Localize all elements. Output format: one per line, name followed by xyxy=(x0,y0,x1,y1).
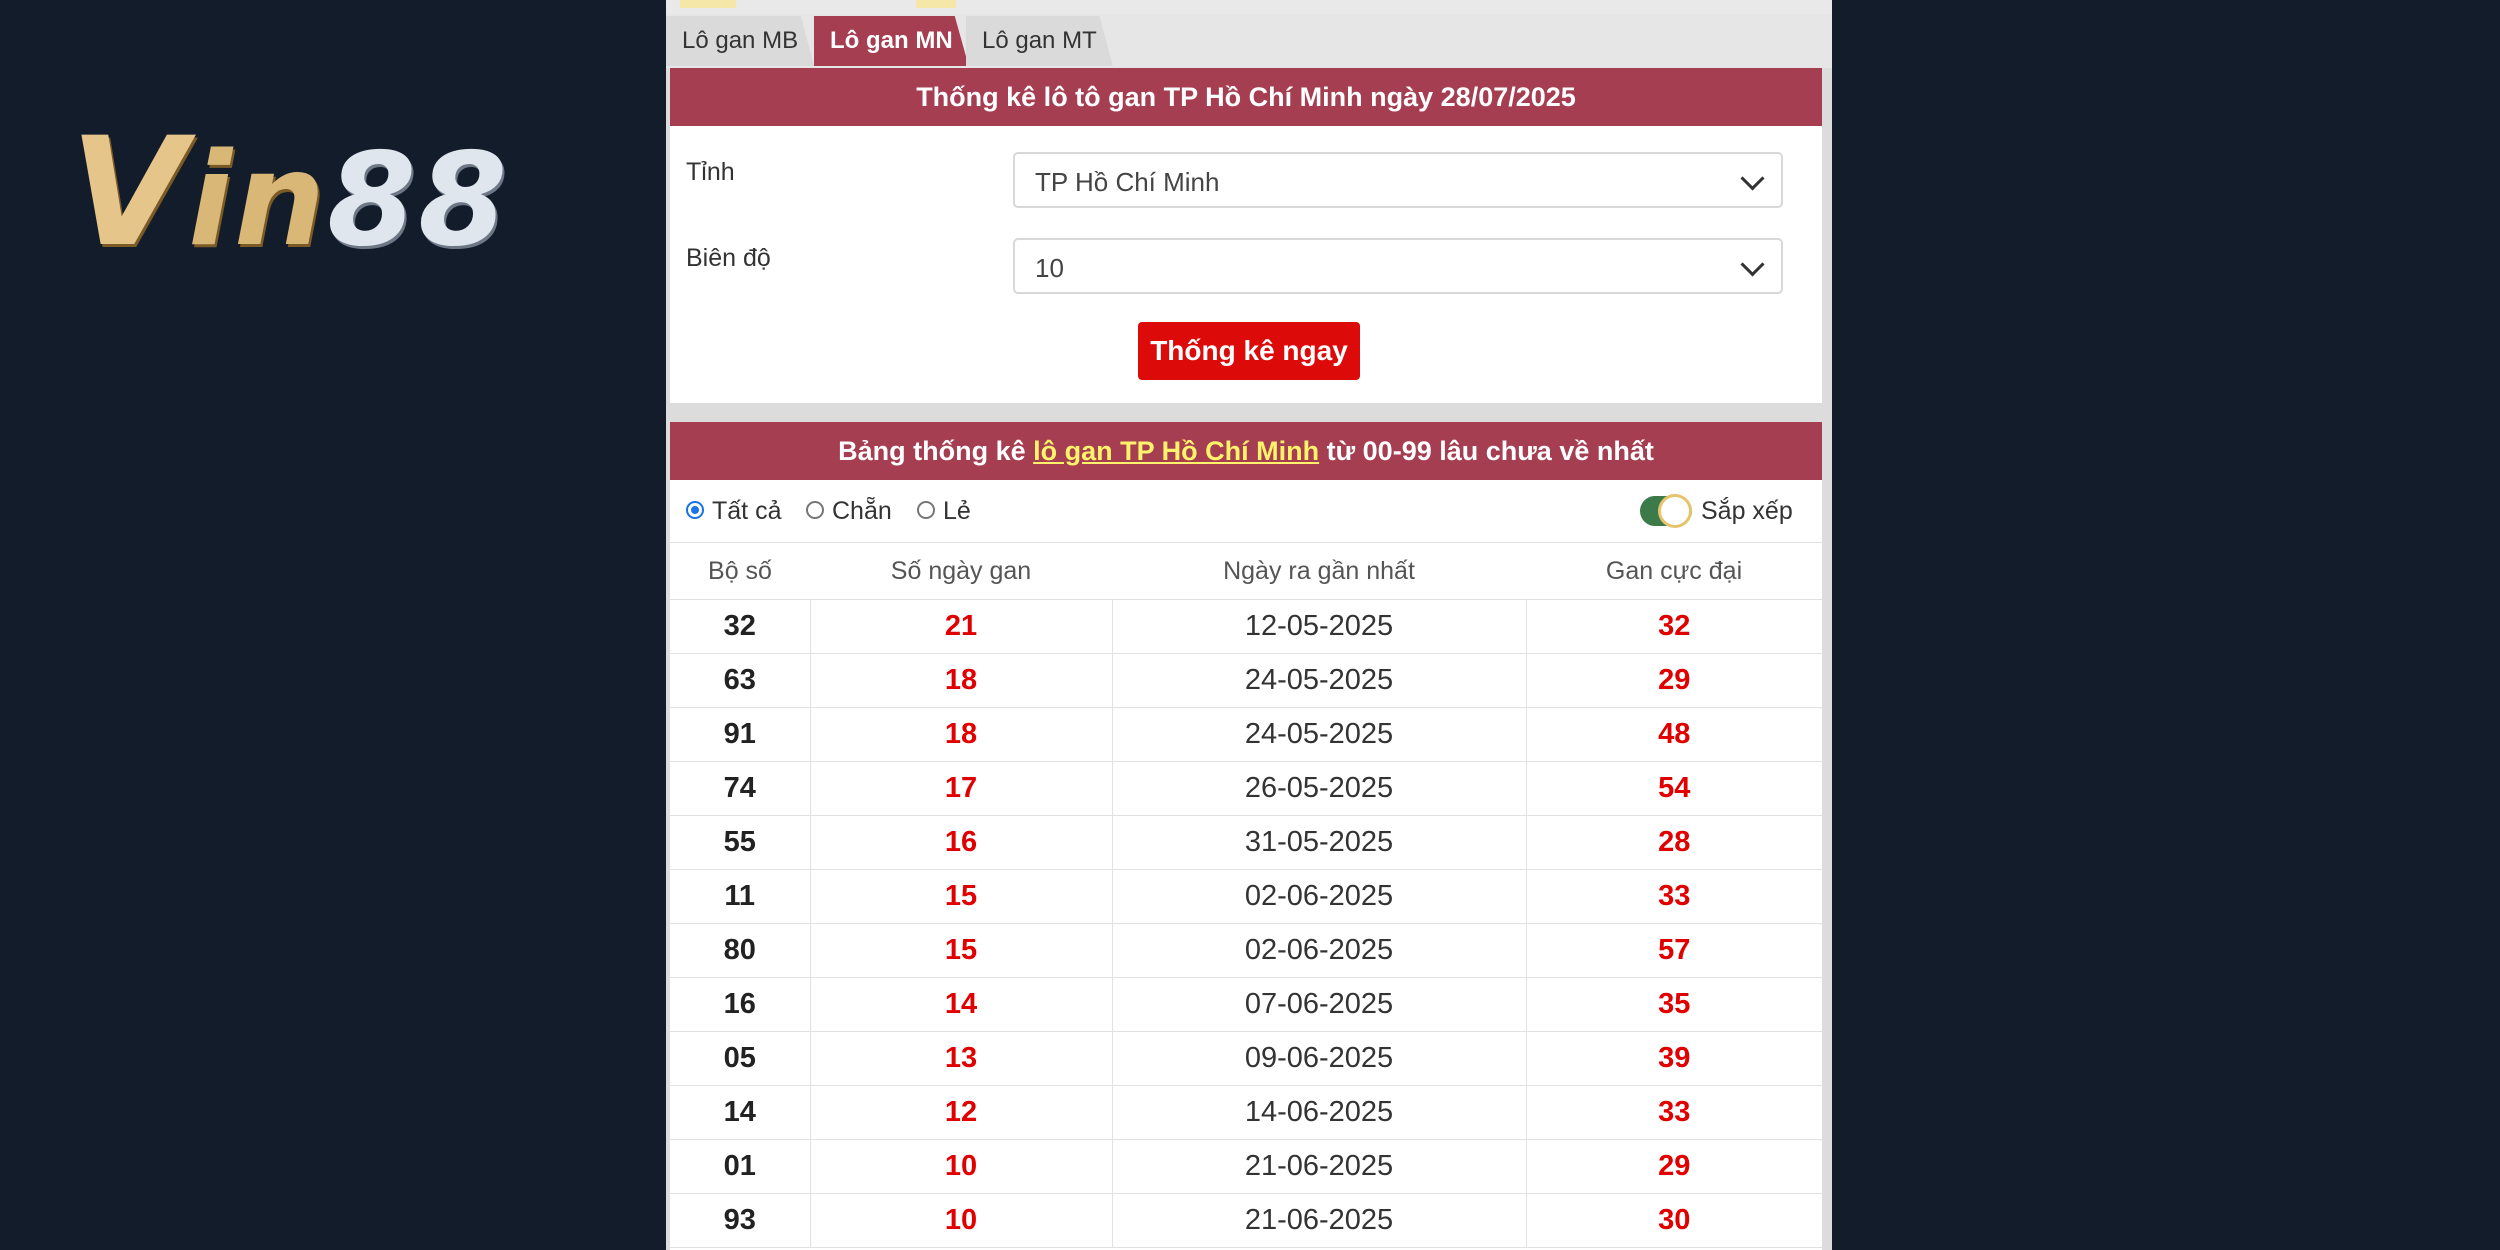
range-label: Biên độ xyxy=(686,244,771,272)
ngay-ra-cell: 26-05-2025 xyxy=(1111,761,1527,816)
gan-cuc-dai-cell: 29 xyxy=(1525,653,1822,708)
col-bo-so: Bộ số xyxy=(670,542,810,600)
table-row: 11 15 02-06-2025 33 xyxy=(670,869,1822,924)
ngay-ra-cell: 24-05-2025 xyxy=(1111,707,1527,762)
so-ngay-gan-cell: 10 xyxy=(809,1193,1113,1248)
so-ngay-gan-cell: 17 xyxy=(809,761,1113,816)
region-tabs: Lô gan MB Lô gan MN Lô gan MT xyxy=(666,14,1832,68)
so-ngay-gan-cell: 10 xyxy=(809,1139,1113,1194)
gan-cuc-dai-cell: 48 xyxy=(1525,707,1822,762)
so-ngay-gan-cell: 12 xyxy=(809,1085,1113,1140)
bo-so-cell: 05 xyxy=(670,1031,811,1086)
bo-so-cell: 11 xyxy=(670,869,811,924)
gan-cuc-dai-cell: 35 xyxy=(1525,977,1822,1032)
ngay-ra-cell: 21-06-2025 xyxy=(1111,1193,1527,1248)
filter-even-option[interactable]: Chẵn xyxy=(806,480,892,542)
province-select[interactable]: TP Hồ Chí Minh xyxy=(1013,152,1783,208)
table-row: 55 16 31-05-2025 28 xyxy=(670,815,1822,870)
table-row: 14 12 14-06-2025 33 xyxy=(670,1085,1822,1140)
radio-odd[interactable] xyxy=(917,501,935,520)
bo-so-cell: 74 xyxy=(670,761,811,816)
table-row: 63 18 24-05-2025 29 xyxy=(670,653,1822,708)
chevron-down-icon xyxy=(1740,166,1765,191)
stats-form: Thống kê lô tô gan TP Hồ Chí Minh ngày 2… xyxy=(670,68,1822,403)
filter-all-option[interactable]: Tất cả xyxy=(686,480,781,542)
table-title: Bảng thống kê lô gan TP Hồ Chí Minh từ 0… xyxy=(670,422,1822,480)
ngay-ra-cell: 12-05-2025 xyxy=(1111,599,1527,654)
form-title: Thống kê lô tô gan TP Hồ Chí Minh ngày 2… xyxy=(670,68,1822,126)
chevron-down-icon xyxy=(1740,252,1765,277)
so-ngay-gan-cell: 14 xyxy=(809,977,1113,1032)
gan-cuc-dai-cell: 32 xyxy=(1525,599,1822,654)
ngay-ra-cell: 14-06-2025 xyxy=(1111,1085,1527,1140)
gan-cuc-dai-cell: 57 xyxy=(1525,923,1822,978)
gan-cuc-dai-cell: 29 xyxy=(1525,1139,1822,1194)
province-link[interactable]: lô gan TP Hồ Chí Minh xyxy=(1033,436,1319,466)
gan-cuc-dai-cell: 39 xyxy=(1525,1031,1822,1086)
range-select[interactable]: 10 xyxy=(1013,238,1783,294)
table-header-row: Bộ số Số ngày gan Ngày ra gần nhất Gan c… xyxy=(670,542,1822,600)
ngay-ra-cell: 21-06-2025 xyxy=(1111,1139,1527,1194)
ngay-ra-cell: 24-05-2025 xyxy=(1111,653,1527,708)
filter-bar: Tất cả Chẵn Lẻ Sắp xếp xyxy=(670,480,1822,542)
col-so-ngay-gan: Số ngày gan xyxy=(810,542,1112,600)
sort-toggle[interactable] xyxy=(1640,494,1692,528)
ngay-ra-cell: 07-06-2025 xyxy=(1111,977,1527,1032)
sort-label: Sắp xếp xyxy=(1701,497,1793,525)
bo-so-cell: 93 xyxy=(670,1193,811,1248)
table-row: 74 17 26-05-2025 54 xyxy=(670,761,1822,816)
so-ngay-gan-cell: 18 xyxy=(809,707,1113,762)
submit-button[interactable]: Thống kê ngay xyxy=(1138,322,1360,380)
bo-so-cell: 01 xyxy=(670,1139,811,1194)
table-row: 32 21 12-05-2025 32 xyxy=(670,599,1822,654)
bo-so-cell: 32 xyxy=(670,599,811,654)
ngay-ra-cell: 02-06-2025 xyxy=(1111,923,1527,978)
filter-odd-option[interactable]: Lẻ xyxy=(917,480,971,542)
bo-so-cell: 91 xyxy=(670,707,811,762)
so-ngay-gan-cell: 15 xyxy=(809,923,1113,978)
lo-gan-table-card: Bảng thống kê lô gan TP Hồ Chí Minh từ 0… xyxy=(670,422,1822,1250)
tab-lo-gan-mb[interactable]: Lô gan MB xyxy=(666,16,815,66)
col-ngay-ra: Ngày ra gần nhất xyxy=(1112,542,1526,600)
gan-cuc-dai-cell: 33 xyxy=(1525,1085,1822,1140)
so-ngay-gan-cell: 15 xyxy=(809,869,1113,924)
gan-cuc-dai-cell: 30 xyxy=(1525,1193,1822,1248)
table-row: 05 13 09-06-2025 39 xyxy=(670,1031,1822,1086)
tab-lo-gan-mn[interactable]: Lô gan MN xyxy=(814,16,969,66)
gan-cuc-dai-cell: 54 xyxy=(1525,761,1822,816)
so-ngay-gan-cell: 13 xyxy=(809,1031,1113,1086)
ngay-ra-cell: 09-06-2025 xyxy=(1111,1031,1527,1086)
so-ngay-gan-cell: 21 xyxy=(809,599,1113,654)
lo-gan-panel: Lô gan MB Lô gan MN Lô gan MT Thống kê l… xyxy=(666,0,1832,1250)
table-row: 01 10 21-06-2025 29 xyxy=(670,1139,1822,1194)
bo-so-cell: 55 xyxy=(670,815,811,870)
radio-even[interactable] xyxy=(806,501,824,520)
radio-all[interactable] xyxy=(686,501,704,520)
table-row: 16 14 07-06-2025 35 xyxy=(670,977,1822,1032)
tab-lo-gan-mt[interactable]: Lô gan MT xyxy=(966,16,1113,66)
table-row: 91 18 24-05-2025 48 xyxy=(670,707,1822,762)
bo-so-cell: 16 xyxy=(670,977,811,1032)
table-row: 93 10 21-06-2025 30 xyxy=(670,1193,1822,1248)
lo-gan-table: Bộ số Số ngày gan Ngày ra gần nhất Gan c… xyxy=(670,542,1822,1248)
top-strip xyxy=(666,0,1832,14)
col-gan-cuc-dai: Gan cực đại xyxy=(1526,542,1822,600)
vin88-logo: Vin88 xyxy=(70,106,510,280)
so-ngay-gan-cell: 18 xyxy=(809,653,1113,708)
table-row: 80 15 02-06-2025 57 xyxy=(670,923,1822,978)
gan-cuc-dai-cell: 28 xyxy=(1525,815,1822,870)
so-ngay-gan-cell: 16 xyxy=(809,815,1113,870)
ngay-ra-cell: 02-06-2025 xyxy=(1111,869,1527,924)
bo-so-cell: 14 xyxy=(670,1085,811,1140)
bo-so-cell: 80 xyxy=(670,923,811,978)
province-label: Tỉnh xyxy=(686,158,735,186)
gan-cuc-dai-cell: 33 xyxy=(1525,869,1822,924)
ngay-ra-cell: 31-05-2025 xyxy=(1111,815,1527,870)
bo-so-cell: 63 xyxy=(670,653,811,708)
